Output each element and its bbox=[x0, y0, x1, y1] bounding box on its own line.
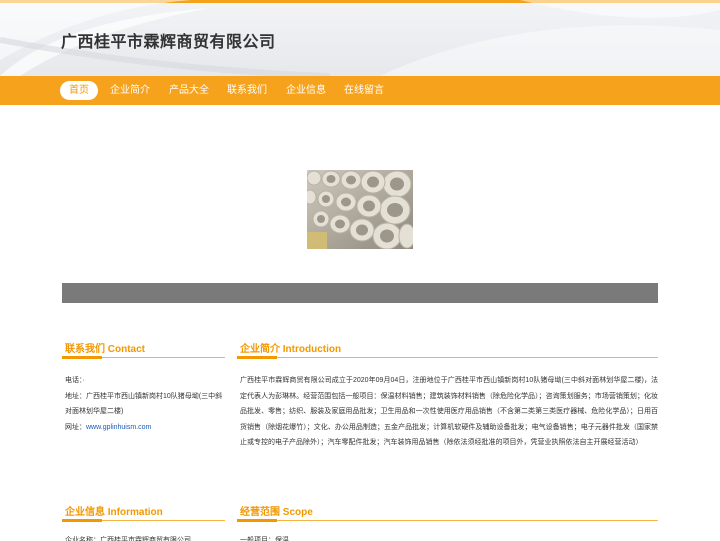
contact-phone: 电话：· bbox=[65, 377, 85, 384]
nav-item-about[interactable]: 企业简介 bbox=[110, 81, 150, 100]
nav-item-company-info[interactable]: 企业信息 bbox=[286, 81, 326, 100]
contact-website-label: 网址： bbox=[65, 423, 86, 431]
info-cutoff-text: 企业名称：广西桂平市霖辉商贸有限公司 bbox=[65, 537, 191, 541]
intro-section-divider bbox=[237, 356, 658, 359]
intro-text: 广西桂平市霖辉商贸有限公司成立于2020年09月04日，注册地位于广西桂平市西山… bbox=[240, 377, 658, 446]
main-nav: 首页 企业简介 产品大全 联系我们 企业信息 在线留言 bbox=[0, 76, 720, 105]
contact-website-link[interactable]: www.gplinhuism.com bbox=[86, 424, 151, 431]
nav-item-home[interactable]: 首页 bbox=[60, 81, 98, 100]
scope-section-title: 经营范围 Scope bbox=[240, 507, 313, 518]
info-section-divider bbox=[62, 519, 225, 522]
contact-details: 电话：· 地址：广西桂平市西山镇新岗村10队猪母坳(三中斜对面林划华屋二楼) 网… bbox=[65, 373, 225, 435]
nav-item-message[interactable]: 在线留言 bbox=[344, 81, 384, 100]
nav-item-contact[interactable]: 联系我们 bbox=[227, 81, 267, 100]
site-title: 广西桂平市霖辉商贸有限公司 bbox=[61, 34, 276, 51]
product-image-pipes bbox=[307, 170, 413, 249]
insulation-pipes-image bbox=[307, 170, 413, 249]
intro-section-title: 企业简介 Introduction bbox=[240, 344, 342, 355]
contact-website-row: 网址：www.gplinhuism.com bbox=[65, 420, 225, 436]
scope-cutoff-text: 一般项目：保温 bbox=[240, 537, 289, 541]
nav-item-products[interactable]: 产品大全 bbox=[169, 81, 209, 100]
info-section-title: 企业信息 Information bbox=[65, 507, 163, 518]
contact-section-title: 联系我们 Contact bbox=[65, 344, 145, 355]
banner-bar bbox=[62, 283, 658, 303]
header: 广西桂平市霖辉商贸有限公司 bbox=[0, 0, 720, 76]
contact-section-divider bbox=[62, 356, 225, 359]
scope-section-divider bbox=[237, 519, 658, 522]
contact-address: 地址：广西桂平市西山镇新岗村10队猪母坳(三中斜对面林划华屋二楼) bbox=[65, 392, 223, 416]
